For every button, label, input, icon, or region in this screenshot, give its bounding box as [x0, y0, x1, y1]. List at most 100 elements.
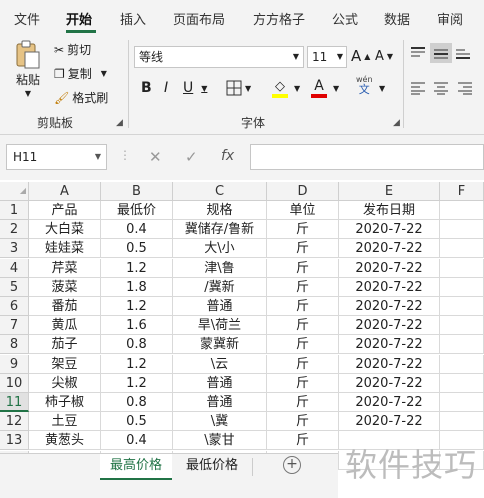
grid-cell[interactable]: 2020-7-22 [339, 239, 440, 259]
grid-cell[interactable] [440, 373, 484, 393]
chevron-down-icon[interactable]: ▼ [201, 84, 207, 93]
grid-cell[interactable]: 斤 [267, 431, 339, 451]
font-size-select[interactable]: 11 ▼ [307, 46, 347, 68]
row-header[interactable]: 1 [0, 201, 29, 220]
align-right-button[interactable] [457, 81, 473, 95]
grid-cell[interactable]: 1.2 [101, 354, 173, 374]
chevron-down-icon[interactable]: ▼ [245, 84, 251, 93]
grid-cell[interactable]: 土豆 [29, 412, 101, 432]
grid-cell[interactable]: \蒙甘 [173, 431, 267, 451]
underline-button[interactable]: U ▼ [183, 80, 207, 96]
grid-cell[interactable]: 普通 [173, 373, 267, 393]
tab-ffgz[interactable]: 方方格子 [253, 9, 305, 28]
row-header[interactable]: 11 [0, 393, 29, 412]
grid-cell[interactable]: 0.4 [101, 431, 173, 451]
grid-cell[interactable]: 1.2 [101, 297, 173, 316]
tab-formulas[interactable]: 公式 [332, 9, 358, 28]
tab-data[interactable]: 数据 [384, 9, 410, 28]
dialog-launcher-icon[interactable]: ◢ [393, 118, 400, 128]
copy-button[interactable]: ❐ 复制 ▼ [54, 65, 107, 82]
grid-cell[interactable]: 2020-7-22 [339, 277, 440, 297]
tab-page-layout[interactable]: 页面布局 [173, 9, 225, 28]
select-all-corner[interactable]: ◢ [0, 182, 29, 201]
grid-cell[interactable]: 2020-7-22 [339, 316, 440, 336]
column-header[interactable]: B [101, 182, 173, 201]
grid-cell[interactable]: 黄葱头 [29, 431, 101, 451]
grid-cell[interactable]: 娃娃菜 [29, 239, 101, 259]
grid-cell[interactable]: 0.8 [101, 393, 173, 412]
column-header[interactable]: D [267, 182, 339, 201]
row-header[interactable]: 3 [0, 239, 29, 259]
bold-button[interactable]: B [141, 80, 152, 96]
row-header[interactable]: 6 [0, 297, 29, 316]
grid-cell[interactable]: 斤 [267, 335, 339, 355]
grid-cell[interactable] [440, 412, 484, 432]
grid-cell[interactable]: 斤 [267, 316, 339, 336]
column-header[interactable]: F [440, 182, 484, 201]
row-header[interactable]: 10 [0, 373, 29, 393]
row-header[interactable]: 8 [0, 335, 29, 355]
grid-cell[interactable]: 普通 [173, 297, 267, 316]
grid-cell[interactable]: 旱\荷兰 [173, 316, 267, 336]
column-header[interactable]: C [173, 182, 267, 201]
paste-button[interactable]: 粘贴 ▼ [14, 40, 42, 98]
phonetic-button[interactable]: wén 文 [356, 76, 373, 96]
format-painter-button[interactable]: 🖌 格式刷 [54, 89, 108, 106]
grid-cell[interactable]: 斤 [267, 412, 339, 432]
grid-cell[interactable] [440, 277, 484, 297]
row-header[interactable]: 4 [0, 258, 29, 278]
column-header[interactable]: E [339, 182, 440, 201]
cut-button[interactable]: ✂ 剪切 [54, 41, 91, 58]
row-header[interactable]: 5 [0, 277, 29, 297]
grid-cell[interactable]: 1.8 [101, 277, 173, 297]
grid-cell[interactable] [440, 297, 484, 316]
grid-cell[interactable]: 大\小 [173, 239, 267, 259]
enter-icon[interactable]: ✓ [185, 148, 198, 166]
grid-cell[interactable] [440, 258, 484, 278]
chevron-down-icon[interactable]: ▼ [294, 84, 300, 93]
cancel-icon[interactable]: ✕ [149, 148, 162, 166]
chevron-down-icon[interactable]: ▼ [101, 69, 107, 78]
chevron-down-icon[interactable]: ▼ [379, 84, 385, 93]
row-header[interactable]: 13 [0, 431, 29, 451]
grid-cell[interactable]: 0.5 [101, 412, 173, 432]
grid-cell[interactable]: 芹菜 [29, 258, 101, 278]
font-name-select[interactable]: 等线 ▼ [134, 46, 304, 68]
tab-home[interactable]: 开始 [66, 9, 92, 28]
grid-cell[interactable]: 黄瓜 [29, 316, 101, 336]
grid-cell[interactable]: /冀新 [173, 277, 267, 297]
grid-cell[interactable] [440, 316, 484, 336]
italic-button[interactable]: I [164, 80, 168, 96]
formula-input[interactable] [250, 144, 484, 170]
grid-cell[interactable] [440, 335, 484, 355]
grid-cell[interactable]: 产品 [29, 201, 101, 220]
chevron-down-icon[interactable]: ▼ [293, 47, 299, 67]
grid-cell[interactable]: 斤 [267, 297, 339, 316]
tab-review[interactable]: 审阅 [437, 9, 463, 28]
grid-cell[interactable]: 1.2 [101, 258, 173, 278]
grid-cell[interactable]: 番茄 [29, 297, 101, 316]
sheet-tab-highest-price[interactable]: 最高价格 [100, 454, 173, 480]
grid-cell[interactable]: 蒙冀新 [173, 335, 267, 355]
grid-cell[interactable]: 0.8 [101, 335, 173, 355]
grid-cell[interactable]: \冀 [173, 412, 267, 432]
formula-bar-grip[interactable]: ⋮ [119, 148, 131, 162]
grid-cell[interactable] [440, 354, 484, 374]
align-center-button[interactable] [433, 81, 449, 95]
grid-cell[interactable]: 发布日期 [339, 201, 440, 220]
align-left-button[interactable] [410, 81, 426, 95]
grid-cell[interactable]: 斤 [267, 393, 339, 412]
add-sheet-button[interactable]: + [283, 456, 301, 474]
grid-cell[interactable]: 斤 [267, 373, 339, 393]
row-header[interactable]: 9 [0, 354, 29, 374]
grid-cell[interactable]: 规格 [173, 201, 267, 220]
border-button[interactable]: ▼ [226, 80, 251, 96]
grid-cell[interactable]: 1.6 [101, 316, 173, 336]
tab-file[interactable]: 文件 [14, 9, 40, 28]
shrink-font-button[interactable]: A ▼ [375, 49, 393, 64]
grid-cell[interactable]: 斤 [267, 220, 339, 240]
font-color-button[interactable]: A [311, 78, 327, 98]
sheet-tab-lowest-price[interactable]: 最低价格 [176, 454, 248, 480]
grid-cell[interactable]: 津\鲁 [173, 258, 267, 278]
chevron-down-icon[interactable]: ▼ [337, 47, 343, 67]
